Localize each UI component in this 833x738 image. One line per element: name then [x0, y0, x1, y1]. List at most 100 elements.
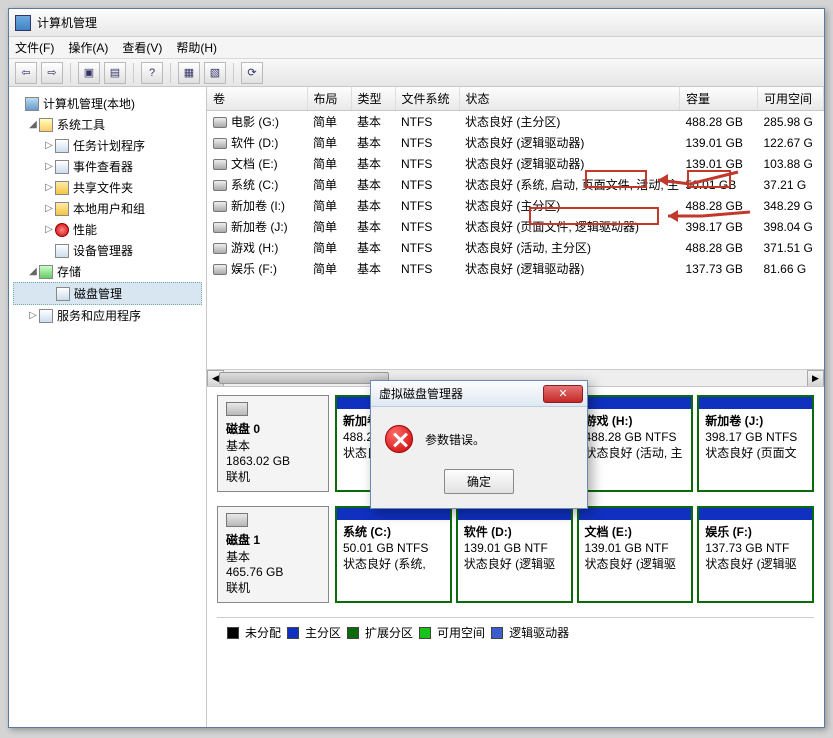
dialog-titlebar[interactable]: 虚拟磁盘管理器 ✕ [371, 381, 587, 407]
volume-row[interactable]: 游戏 (H:)简单基本NTFS状态良好 (活动, 主分区)488.28 GB37… [207, 237, 824, 258]
vol-name: 软件 (D:) [207, 132, 307, 153]
tree-device-manager[interactable]: 设备管理器 [13, 240, 202, 261]
vol-free: 37.21 G [758, 174, 824, 195]
menu-file[interactable]: 文件(F) [15, 39, 54, 56]
tools-icon [39, 118, 53, 132]
col-filesystem[interactable]: 文件系统 [395, 87, 459, 111]
menu-help[interactable]: 帮助(H) [176, 39, 217, 56]
clock-icon [55, 139, 69, 153]
vol-status: 状态良好 (逻辑驱动器) [459, 258, 680, 279]
col-capacity[interactable]: 容量 [680, 87, 758, 111]
nav-forward-button[interactable]: ⇨ [41, 62, 63, 84]
vol-fs: NTFS [395, 111, 459, 133]
legend-swatch-free [419, 627, 431, 639]
computer-icon [25, 97, 39, 111]
partition[interactable]: 新加卷 (J:)398.17 GB NTFS状态良好 (页面文 [697, 395, 814, 492]
disk-size: 1863.02 GB [226, 454, 320, 468]
vol-free: 371.51 G [758, 237, 824, 258]
toolbar-btn-3[interactable]: ▦ [178, 62, 200, 84]
disk-row[interactable]: 磁盘 1基本465.76 GB联机系统 (C:)50.01 GB NTFS状态良… [217, 506, 814, 603]
nav-tree[interactable]: 计算机管理(本地) ◢系统工具 ▷任务计划程序 ▷事件查看器 ▷共享文件夹 ▷本… [9, 87, 207, 727]
partition-size: 398.17 GB NTFS [705, 429, 806, 445]
vol-layout: 简单 [307, 174, 351, 195]
vol-layout: 简单 [307, 237, 351, 258]
toolbar-btn-2[interactable]: ▤ [104, 62, 126, 84]
perf-icon [55, 223, 69, 237]
tree-shared-folders[interactable]: ▷共享文件夹 [13, 177, 202, 198]
partition[interactable]: 软件 (D:)139.01 GB NTF状态良好 (逻辑驱 [456, 506, 573, 603]
partition[interactable]: 文档 (E:)139.01 GB NTF状态良好 (逻辑驱 [577, 506, 694, 603]
vol-type: 基本 [351, 174, 395, 195]
legend-swatch-unallocated [227, 627, 239, 639]
tree-label: 性能 [73, 221, 97, 238]
col-volume[interactable]: 卷 [207, 87, 307, 111]
tree-event-viewer[interactable]: ▷事件查看器 [13, 156, 202, 177]
drive-icon [213, 159, 227, 170]
toolbar-btn-4[interactable]: ▧ [204, 62, 226, 84]
volume-row[interactable]: 电影 (G:)简单基本NTFS状态良好 (主分区)488.28 GB285.98… [207, 111, 824, 133]
disk-info[interactable]: 磁盘 0基本1863.02 GB联机 [217, 395, 329, 492]
partition-status: 状态良好 (逻辑驱 [464, 556, 565, 572]
legend-label: 逻辑驱动器 [509, 624, 569, 641]
toolbar-btn-1[interactable]: ▣ [78, 62, 100, 84]
volume-row[interactable]: 软件 (D:)简单基本NTFS状态良好 (逻辑驱动器)139.01 GB122.… [207, 132, 824, 153]
column-headers[interactable]: 卷 布局 类型 文件系统 状态 容量 可用空间 [207, 87, 824, 111]
volume-row[interactable]: 娱乐 (F:)简单基本NTFS状态良好 (逻辑驱动器)137.73 GB81.6… [207, 258, 824, 279]
legend-swatch-logical [491, 627, 503, 639]
col-type[interactable]: 类型 [351, 87, 395, 111]
volume-row[interactable]: 文档 (E:)简单基本NTFS状态良好 (逻辑驱动器)139.01 GB103.… [207, 153, 824, 174]
nav-back-button[interactable]: ⇦ [15, 62, 37, 84]
tree-disk-management[interactable]: 磁盘管理 [13, 282, 202, 305]
toolbar-separator [233, 63, 234, 83]
error-dialog[interactable]: 虚拟磁盘管理器 ✕ 参数错误。 确定 [370, 380, 588, 509]
partition-name: 系统 (C:) [343, 524, 444, 540]
partition-size: 137.73 GB NTF [705, 540, 806, 556]
vol-layout: 简单 [307, 132, 351, 153]
volume-row[interactable]: 新加卷 (I:)简单基本NTFS状态良好 (主分区)488.28 GB348.2… [207, 195, 824, 216]
users-icon [55, 202, 69, 216]
menu-view[interactable]: 查看(V) [122, 39, 162, 56]
dialog-ok-button[interactable]: 确定 [444, 469, 514, 494]
partition[interactable]: 娱乐 (F:)137.73 GB NTF状态良好 (逻辑驱 [697, 506, 814, 603]
col-status[interactable]: 状态 [459, 87, 680, 111]
vol-type: 基本 [351, 153, 395, 174]
partition[interactable]: 游戏 (H:)488.28 GB NTFS状态良好 (活动, 主 [577, 395, 694, 492]
tree-storage[interactable]: ◢存储 [13, 261, 202, 282]
dialog-close-button[interactable]: ✕ [543, 385, 583, 403]
menu-action[interactable]: 操作(A) [68, 39, 108, 56]
vol-free: 81.66 G [758, 258, 824, 279]
vol-status: 状态良好 (主分区) [459, 111, 680, 133]
vol-name: 娱乐 (F:) [207, 258, 307, 279]
partition-name: 游戏 (H:) [585, 413, 686, 429]
tree-system-tools[interactable]: ◢系统工具 [13, 114, 202, 135]
tree-root[interactable]: 计算机管理(本地) [13, 93, 202, 114]
col-layout[interactable]: 布局 [307, 87, 351, 111]
volume-list[interactable]: 卷 布局 类型 文件系统 状态 容量 可用空间 电影 (G:)简单基本NTFS状… [207, 87, 824, 387]
drive-icon [213, 138, 227, 149]
tree-services-apps[interactable]: ▷服务和应用程序 [13, 305, 202, 326]
tree-local-users[interactable]: ▷本地用户和组 [13, 198, 202, 219]
computer-management-window: 计算机管理 文件(F) 操作(A) 查看(V) 帮助(H) ⇦ ⇨ ▣ ▤ ? … [8, 8, 825, 728]
tree-task-scheduler[interactable]: ▷任务计划程序 [13, 135, 202, 156]
tree-performance[interactable]: ▷性能 [13, 219, 202, 240]
vol-layout: 简单 [307, 216, 351, 237]
titlebar[interactable]: 计算机管理 [9, 9, 824, 37]
partition-size: 488.28 GB NTFS [585, 429, 686, 445]
vol-type: 基本 [351, 111, 395, 133]
partition-name: 软件 (D:) [464, 524, 565, 540]
vol-cap: 139.01 GB [680, 132, 758, 153]
volume-row[interactable]: 系统 (C:)简单基本NTFS状态良好 (系统, 启动, 页面文件, 活动, 主… [207, 174, 824, 195]
partition[interactable]: 系统 (C:)50.01 GB NTFS状态良好 (系统, [335, 506, 452, 603]
tree-label: 系统工具 [57, 116, 105, 133]
services-icon [39, 309, 53, 323]
toolbar-btn-help[interactable]: ? [141, 62, 163, 84]
toolbar-btn-refresh[interactable]: ⟳ [241, 62, 263, 84]
legend-label: 可用空间 [437, 624, 485, 641]
legend-label: 主分区 [305, 624, 341, 641]
col-free[interactable]: 可用空间 [758, 87, 824, 111]
disk-info[interactable]: 磁盘 1基本465.76 GB联机 [217, 506, 329, 603]
volume-row[interactable]: 新加卷 (J:)简单基本NTFS状态良好 (页面文件, 逻辑驱动器)398.17… [207, 216, 824, 237]
vol-cap: 488.28 GB [680, 237, 758, 258]
scroll-right-arrow[interactable]: ▶ [807, 370, 824, 387]
scroll-thumb[interactable] [219, 372, 389, 384]
